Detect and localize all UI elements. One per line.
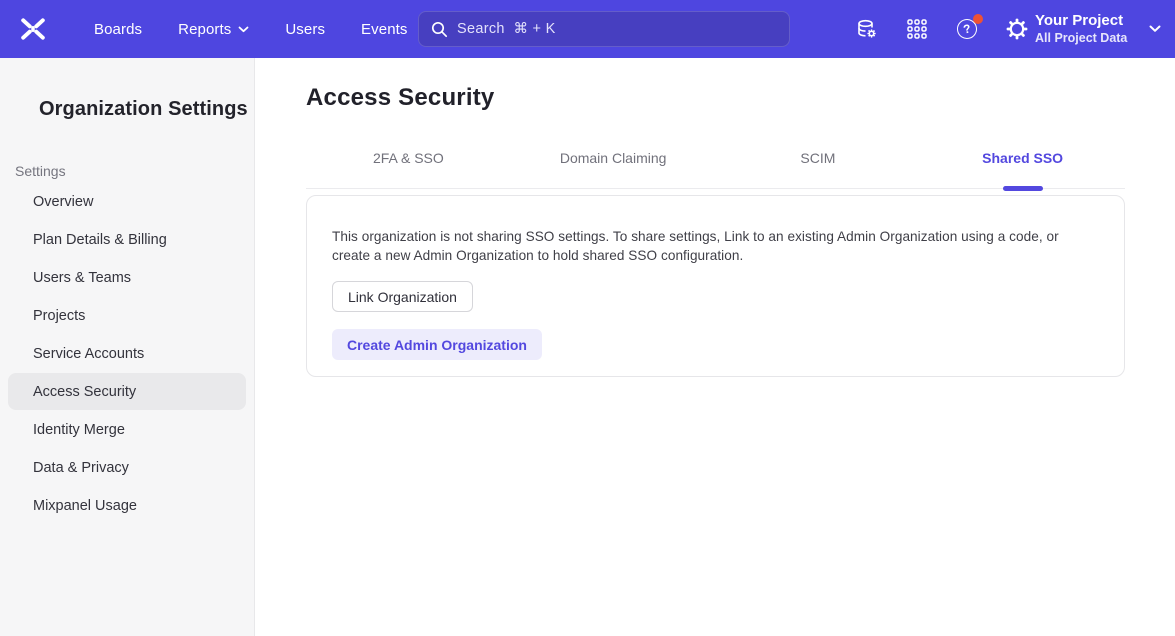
- sidebar-item-users-teams[interactable]: Users & Teams: [8, 259, 246, 296]
- search-icon: [431, 21, 448, 38]
- nav-item-reports[interactable]: Reports: [164, 13, 263, 46]
- tab-2fa-sso[interactable]: 2FA & SSO: [306, 140, 511, 188]
- link-organization-button[interactable]: Link Organization: [332, 281, 473, 312]
- shared-sso-description: This organization is not sharing SSO set…: [332, 227, 1094, 265]
- search-input[interactable]: [457, 21, 777, 37]
- sidebar-item-data-privacy[interactable]: Data & Privacy: [8, 449, 246, 486]
- project-name: Your Project: [1035, 12, 1149, 30]
- sidebar-item-mixpanel-usage[interactable]: Mixpanel Usage: [8, 487, 246, 524]
- help-button[interactable]: ?: [955, 17, 979, 41]
- settings-sidebar: Organization Settings Settings Overview …: [0, 58, 255, 636]
- nav-item-label: Events: [361, 21, 407, 38]
- top-navigation-bar: Boards Reports Users Events: [0, 0, 1175, 58]
- data-settings-button[interactable]: [855, 17, 879, 41]
- notification-badge: [973, 14, 983, 24]
- nav-item-boards[interactable]: Boards: [80, 13, 156, 46]
- gear-icon: [1005, 17, 1029, 41]
- apps-grid-icon: [906, 18, 928, 40]
- project-switcher[interactable]: Your Project All Project Data: [1035, 9, 1161, 49]
- global-search-bar[interactable]: [418, 11, 790, 47]
- sidebar-item-overview[interactable]: Overview: [8, 183, 246, 220]
- tab-scim[interactable]: SCIM: [716, 140, 921, 188]
- nav-item-label: Reports: [178, 21, 231, 38]
- project-data-view: All Project Data: [1035, 30, 1149, 46]
- mixpanel-logo-icon: [18, 17, 48, 41]
- sidebar-item-service-accounts[interactable]: Service Accounts: [8, 335, 246, 372]
- mixpanel-logo[interactable]: [16, 15, 50, 43]
- tab-shared-sso[interactable]: Shared SSO: [920, 140, 1125, 188]
- data-settings-icon: [855, 17, 879, 41]
- nav-item-label: Users: [285, 21, 325, 38]
- sidebar-item-projects[interactable]: Projects: [8, 297, 246, 334]
- access-security-tabs: 2FA & SSO Domain Claiming SCIM Shared SS…: [306, 140, 1125, 189]
- tab-domain-claiming[interactable]: Domain Claiming: [511, 140, 716, 188]
- settings-button[interactable]: [1005, 17, 1029, 41]
- create-admin-organization-button[interactable]: Create Admin Organization: [332, 329, 542, 360]
- nav-item-events[interactable]: Events: [347, 13, 421, 46]
- sidebar-item-plan-details-billing[interactable]: Plan Details & Billing: [8, 221, 246, 258]
- nav-icon-group: ?: [855, 0, 1029, 58]
- chevron-down-icon: [1149, 25, 1161, 33]
- chevron-down-icon: [238, 26, 249, 33]
- apps-grid-button[interactable]: [905, 17, 929, 41]
- shared-sso-card: This organization is not sharing SSO set…: [306, 195, 1125, 377]
- nav-item-label: Boards: [94, 21, 142, 38]
- app-window: Boards Reports Users Events: [0, 0, 1175, 636]
- sidebar-section-label: Settings: [15, 163, 254, 179]
- sidebar-item-access-security[interactable]: Access Security: [8, 373, 246, 410]
- sidebar-title: Organization Settings: [39, 98, 254, 121]
- card-actions: Link Organization Create Admin Organizat…: [332, 265, 1099, 360]
- page-title: Access Security: [306, 84, 1175, 112]
- nav-item-users[interactable]: Users: [271, 13, 339, 46]
- main-content: Access Security 2FA & SSO Domain Claimin…: [256, 58, 1175, 636]
- primary-nav-links: Boards Reports Users Events: [80, 13, 422, 46]
- sidebar-item-identity-merge[interactable]: Identity Merge: [8, 411, 246, 448]
- project-text: Your Project All Project Data: [1035, 12, 1149, 46]
